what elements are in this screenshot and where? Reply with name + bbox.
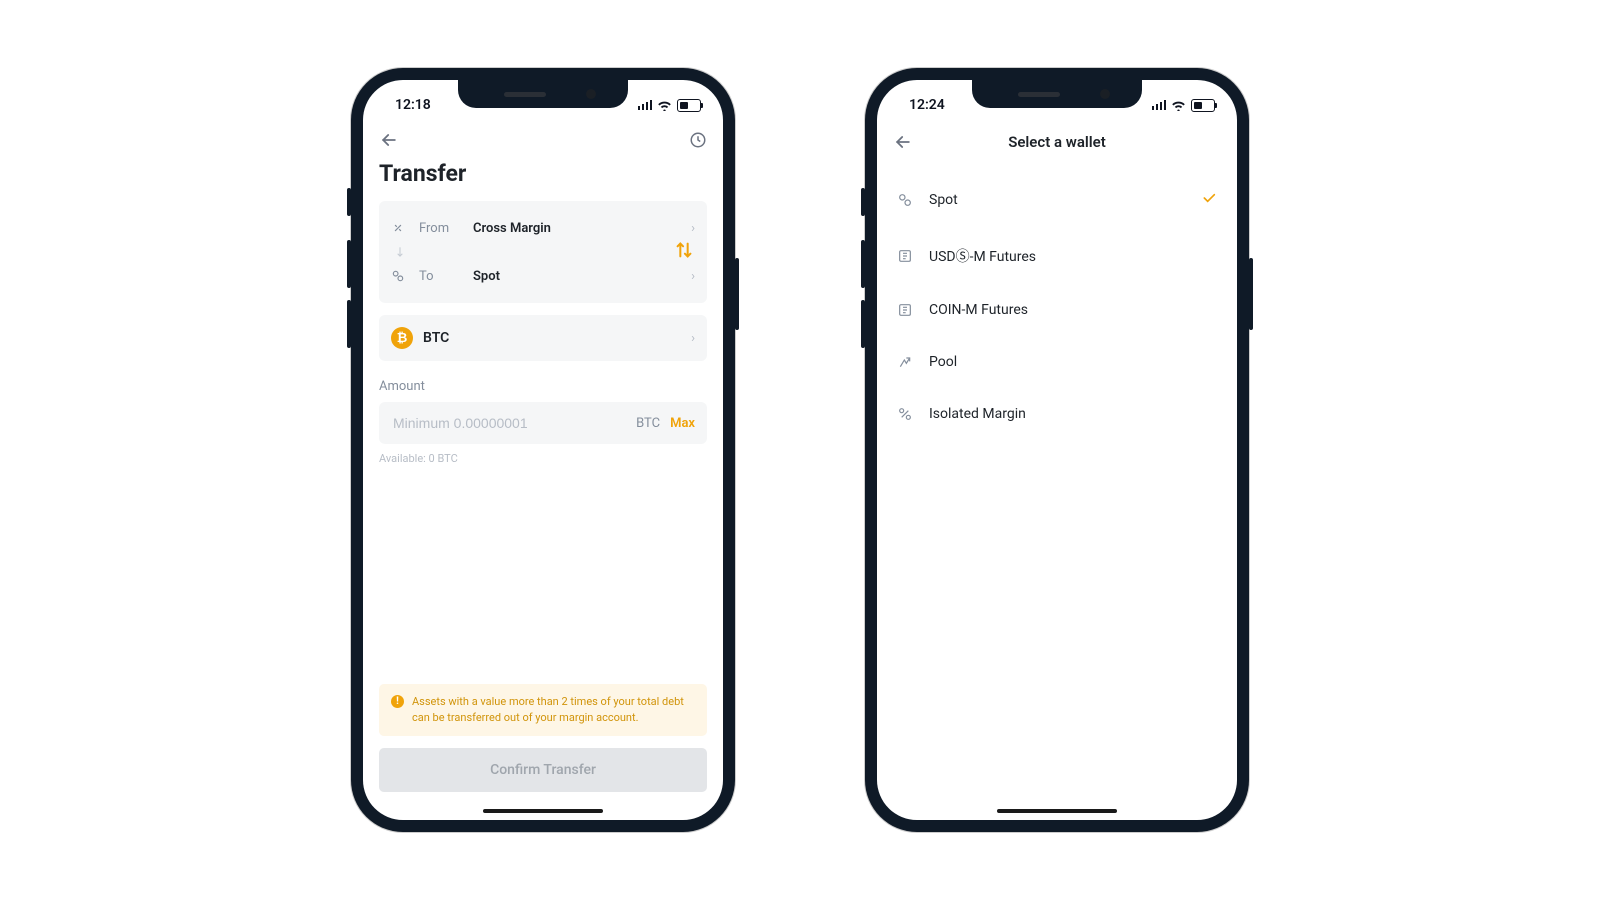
chevron-right-icon: › (691, 269, 695, 284)
confirm-transfer-button[interactable]: Confirm Transfer (379, 748, 707, 792)
status-time: 12:24 (909, 97, 945, 113)
phone-left: 12:18 Transfer (351, 68, 735, 832)
home-indicator[interactable] (997, 809, 1117, 813)
futures-icon (897, 302, 915, 318)
wallet-item-spot[interactable]: Spot (893, 172, 1221, 228)
wallet-item-coinm-futures[interactable]: COIN-M Futures (893, 284, 1221, 336)
battery-icon (677, 99, 701, 112)
home-indicator[interactable] (483, 809, 603, 813)
check-icon (1201, 190, 1217, 210)
spot-icon (897, 192, 915, 208)
cross-margin-icon (391, 221, 407, 235)
back-icon[interactable] (379, 130, 399, 150)
transfer-screen: 12:18 Transfer (363, 80, 723, 820)
amount-input-row: BTC Max (379, 402, 707, 444)
status-time: 12:18 (395, 97, 431, 113)
wallet-label: USDⓈ-M Futures (929, 246, 1217, 266)
signal-icon (1152, 100, 1167, 110)
signal-icon (638, 100, 653, 110)
select-wallet-screen: 12:24 Select a wallet Spot (877, 80, 1237, 820)
chevron-right-icon: › (691, 331, 695, 346)
from-row[interactable]: From Cross Margin › (391, 211, 695, 245)
amount-label: Amount (379, 379, 707, 394)
from-value: Cross Margin (473, 221, 679, 236)
futures-icon (897, 248, 915, 264)
wallet-label: Isolated Margin (929, 406, 1217, 422)
max-button[interactable]: Max (670, 416, 695, 431)
top-bar: Select a wallet (877, 120, 1237, 162)
battery-icon (1191, 99, 1215, 112)
swap-direction-button[interactable] (673, 239, 695, 265)
info-text: Assets with a value more than 2 times of… (412, 694, 695, 726)
wallet-item-pool[interactable]: Pool (893, 336, 1221, 388)
to-label: To (419, 269, 461, 284)
pool-icon (897, 354, 915, 370)
wallet-item-usdsm-futures[interactable]: USDⓈ-M Futures (893, 228, 1221, 284)
wallet-list: Spot USDⓈ-M Futures COIN-M Futures (877, 162, 1237, 450)
page-title: Select a wallet (893, 133, 1221, 151)
available-balance: Available: 0 BTC (379, 452, 707, 465)
chevron-right-icon: › (691, 221, 695, 236)
to-value: Spot (473, 269, 679, 284)
wifi-icon (1171, 100, 1186, 111)
top-bar (363, 120, 723, 156)
phone-right: 12:24 Select a wallet Spot (865, 68, 1249, 832)
wallet-label: Spot (929, 192, 1187, 208)
wallet-label: Pool (929, 354, 1217, 370)
from-label: From (419, 221, 461, 236)
page-title: Transfer (363, 156, 723, 201)
wifi-icon (657, 100, 672, 111)
asset-selector[interactable]: ₿ BTC › (379, 315, 707, 361)
wallet-item-isolated-margin[interactable]: Isolated Margin (893, 388, 1221, 440)
history-icon[interactable] (689, 131, 707, 149)
wallet-label: COIN-M Futures (929, 302, 1217, 318)
transfer-direction-card: From Cross Margin › To Spot › (379, 201, 707, 303)
to-row[interactable]: To Spot › (391, 259, 695, 293)
spot-icon (391, 269, 407, 283)
btc-icon: ₿ (391, 327, 413, 349)
direction-arrow-icon (391, 245, 695, 259)
amount-input[interactable] (391, 414, 626, 432)
info-icon: ! (391, 695, 404, 708)
isolated-margin-icon (897, 406, 915, 422)
info-note: ! Assets with a value more than 2 times … (379, 684, 707, 736)
asset-symbol: BTC (423, 330, 681, 346)
amount-unit: BTC (636, 416, 660, 431)
